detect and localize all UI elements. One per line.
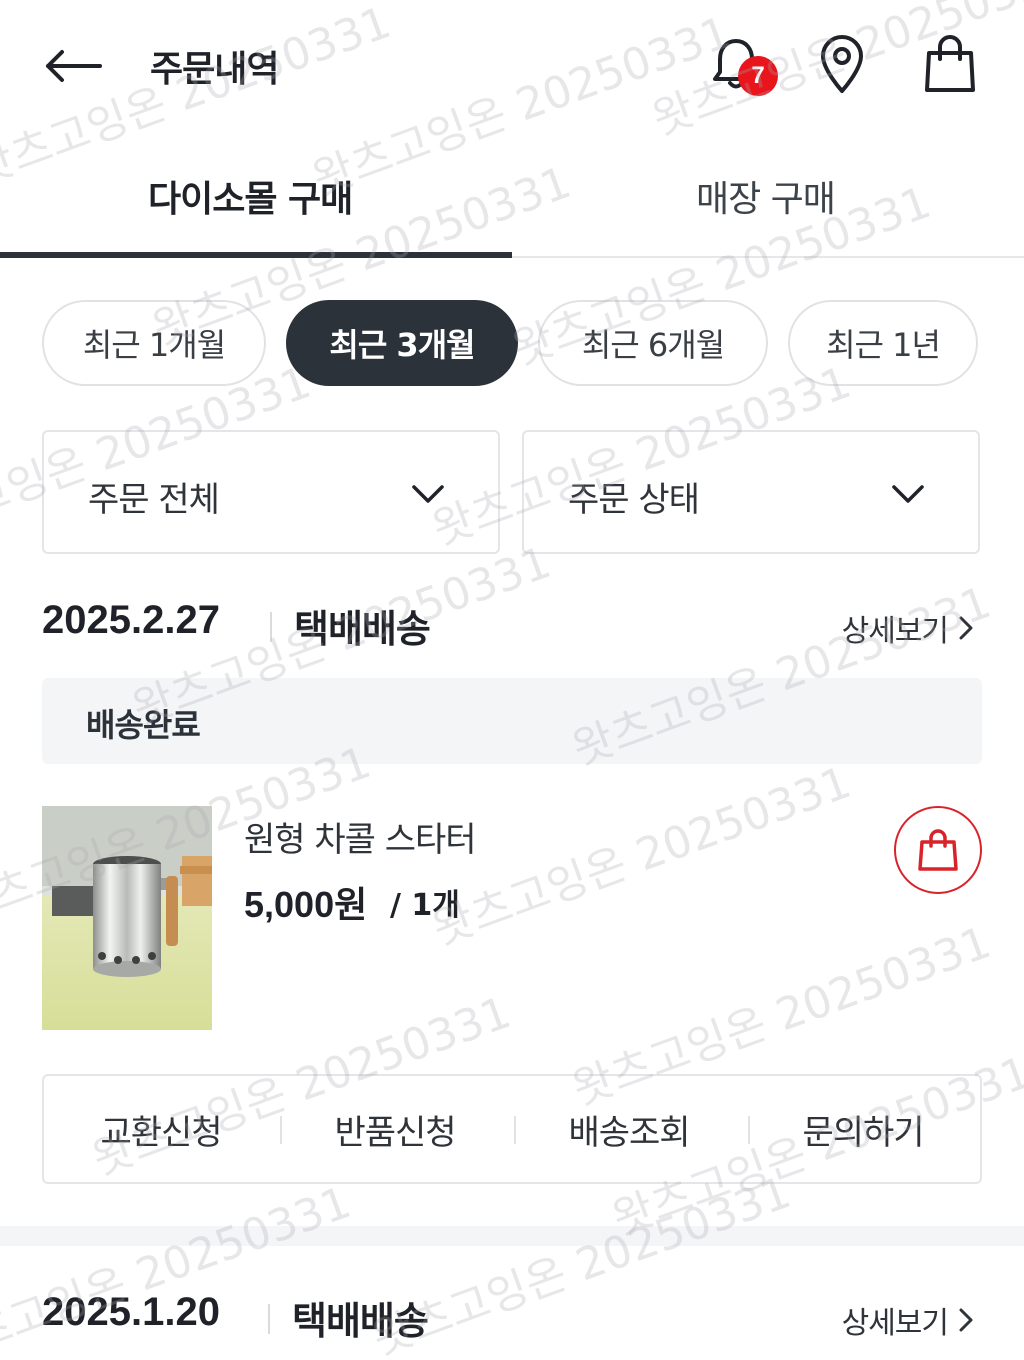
tab-label: 매장 구매 [696, 179, 836, 220]
chevron-down-icon [892, 485, 924, 503]
detail-label: 상세보기 [841, 614, 949, 649]
product-quantity: / 1개 [390, 888, 460, 923]
period-chip-6-months[interactable]: 최근 6개월 [538, 300, 768, 386]
charcoal-starter-photo [42, 806, 212, 1030]
period-chip-1-year[interactable]: 최근 1년 [788, 300, 978, 386]
arrow-left-icon [46, 50, 102, 82]
exchange-request-button[interactable]: 교환신청 [44, 1076, 278, 1182]
add-to-cart-button[interactable] [894, 806, 982, 894]
section-divider [0, 1226, 1024, 1246]
purchase-tabs: 다이소몰 구매 매장 구매 [0, 134, 1024, 258]
chevron-right-icon [959, 616, 973, 640]
page-title: 주문내역 [150, 49, 279, 90]
order-actions: 교환신청 반품신청 배송조회 문의하기 [42, 1074, 982, 1184]
delivery-type: 택배배송 [294, 607, 431, 651]
order-type-value: 주문 전체 [88, 480, 220, 520]
order-history-page: 주문내역 7 다이소몰 구매 매장 구매 최근 1개월 최근 3개월 최근 6개… [0, 0, 1024, 1360]
shopping-bag-icon [925, 35, 975, 92]
active-tab-indicator [0, 252, 512, 258]
delivery-status-bar: 배송완료 [42, 678, 982, 764]
delivery-type: 택배배송 [292, 1299, 429, 1343]
cart-button[interactable] [916, 30, 984, 98]
top-app-bar: 주문내역 7 [0, 0, 1024, 132]
tab-daiso-mall[interactable]: 다이소몰 구매 [0, 134, 512, 258]
order-detail-link[interactable]: 상세보기 [842, 606, 974, 650]
divider [268, 1304, 270, 1334]
shopping-bag-icon [918, 829, 958, 871]
order-date: 2025.2.27 [42, 598, 220, 642]
notification-button[interactable]: 7 [702, 30, 778, 98]
product-name[interactable]: 원형 차콜 스타터 [244, 812, 477, 861]
order-type-select[interactable]: 주문 전체 [42, 430, 500, 554]
order-header: 2025.1.20 택배배송 상세보기 [42, 1288, 982, 1348]
order-status-select[interactable]: 주문 상태 [522, 430, 980, 554]
order-status-value: 주문 상태 [568, 480, 700, 520]
inquiry-button[interactable]: 문의하기 [746, 1076, 980, 1182]
store-location-button[interactable] [808, 30, 876, 98]
return-request-button[interactable]: 반품신청 [278, 1076, 512, 1182]
detail-label: 상세보기 [841, 1306, 949, 1341]
location-pin-icon [821, 35, 863, 93]
order-header: 2025.2.27 택배배송 상세보기 [42, 596, 982, 656]
back-button[interactable] [40, 40, 106, 92]
product-price: 5,000원 [244, 884, 368, 925]
product-image[interactable] [42, 806, 212, 1030]
order-detail-link[interactable]: 상세보기 [842, 1298, 974, 1342]
order-date: 2025.1.20 [42, 1290, 220, 1334]
divider [270, 612, 272, 642]
track-delivery-button[interactable]: 배송조회 [512, 1076, 746, 1182]
period-chip-1-month[interactable]: 최근 1개월 [42, 300, 266, 386]
delivery-status: 배송완료 [86, 706, 201, 744]
watermark-text: 왓츠고잉온 20250331 [426, 756, 858, 956]
tab-store-purchase[interactable]: 매장 구매 [512, 134, 1024, 256]
tab-label: 다이소몰 구매 [148, 179, 353, 220]
notification-badge: 7 [738, 56, 778, 96]
chevron-down-icon [412, 485, 444, 503]
period-chip-3-months[interactable]: 최근 3개월 [286, 300, 518, 386]
chevron-right-icon [959, 1308, 973, 1332]
